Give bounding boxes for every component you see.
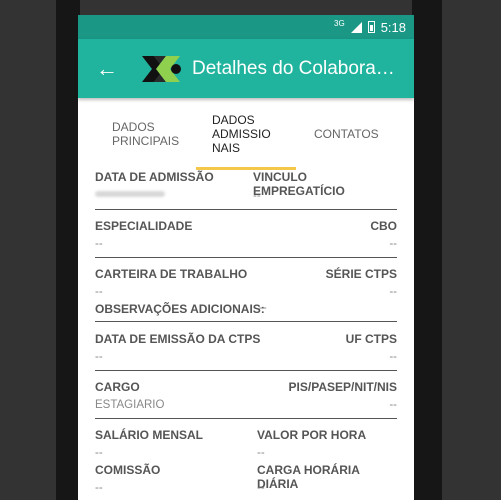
- field-value-carga-horaria: --: [257, 482, 265, 494]
- redacted-value: [95, 191, 165, 197]
- tab-bar: DADOS PRINCIPAIS DADOS ADMISSIO NAIS CON…: [78, 98, 414, 170]
- field-value-observacoes: --: [259, 302, 267, 314]
- device-edge-left: [56, 0, 80, 500]
- field-value-vinculo: --: [253, 190, 261, 202]
- field-label-especialidade: ESPECIALIDADE: [95, 219, 193, 233]
- field-value-data-emissao: --: [95, 351, 103, 363]
- field-label-comissao: COMISSÃO: [95, 463, 161, 477]
- field-label-cargo: CARGO: [95, 380, 140, 394]
- field-label-vinculo: VINCULO EMPREGATÍCIO: [253, 170, 345, 198]
- field-label-uf-ctps: UF CTPS: [345, 332, 397, 346]
- field-label-pis: PIS/PASEP/NIT/NIS: [288, 380, 397, 394]
- field-value-uf-ctps: --: [389, 351, 397, 363]
- field-label-data-emissao: DATA DE EMISSÃO DA CTPS: [95, 332, 261, 346]
- tab-label-line: DADOS: [212, 113, 255, 127]
- tab-label-line: ADMISSIO: [212, 127, 271, 141]
- status-bar: 3G 5:18: [78, 15, 414, 39]
- row-salario: SALÁRIO MENSAL -- VALOR POR HORA --: [95, 419, 397, 459]
- details-content: DATA DE ADMISSÃO VINCULO EMPREGATÍCIO --…: [78, 170, 414, 494]
- field-value-especialidade: --: [95, 238, 103, 250]
- tab-contatos[interactable]: CONTATOS: [296, 127, 379, 141]
- tab-label-line: PRINCIPAIS: [112, 134, 180, 148]
- battery-icon: [367, 21, 375, 33]
- field-label-carga-horaria: CARGA HORÁRIA DIÁRIA: [257, 463, 360, 491]
- tab-label-line: NAIS: [212, 141, 241, 155]
- field-value-cbo: --: [389, 238, 397, 250]
- app-bar: ← Detalhes do Colabora…: [78, 39, 414, 98]
- field-label-data-admissao: DATA DE ADMISSÃO: [95, 170, 214, 184]
- field-label-valor-hora: VALOR POR HORA: [257, 428, 367, 442]
- status-time: 5:18: [380, 19, 406, 35]
- page-title: Detalhes do Colabora…: [192, 57, 395, 79]
- tab-label-line: CONTATOS: [314, 127, 379, 141]
- network-type: 3G: [334, 18, 345, 28]
- field-value-cargo: ESTAGIARIO: [95, 399, 165, 411]
- back-arrow-icon[interactable]: ←: [96, 56, 126, 82]
- row-especialidade: ESPECIALIDADE -- CBO --: [95, 210, 397, 258]
- tab-dados-principais[interactable]: DADOS PRINCIPAIS: [96, 120, 196, 148]
- field-label-salario: SALÁRIO MENSAL: [95, 428, 203, 442]
- row-cargo: CARGO ESTAGIARIO PIS/PASEP/NIT/NIS --: [95, 371, 397, 419]
- tab-label-line: DADOS: [112, 120, 155, 134]
- phone-screen: 3G 5:18 ← Detalhes do Colabora… DADOS PR…: [78, 15, 414, 500]
- tab-dados-admissionais[interactable]: DADOS ADMISSIO NAIS: [196, 98, 296, 170]
- field-label-serie-ctps: SÉRIE CTPS: [325, 267, 397, 281]
- row-comissao: COMISSÃO -- CARGA HORÁRIA DIÁRIA --: [95, 454, 397, 494]
- field-value-serie-ctps: --: [389, 286, 397, 298]
- field-label-carteira: CARTEIRA DE TRABALHO: [95, 267, 248, 281]
- row-emissao-ctps: DATA DE EMISSÃO DA CTPS -- UF CTPS --: [95, 322, 397, 371]
- signal-icon: [350, 21, 362, 33]
- row-admissao: DATA DE ADMISSÃO VINCULO EMPREGATÍCIO --: [95, 170, 397, 210]
- field-label-observacoes: OBSERVAÇÕES ADICIONAIS:: [95, 302, 265, 316]
- field-label-cbo: CBO: [370, 219, 397, 233]
- field-value-comissao: --: [95, 482, 103, 494]
- row-carteira: CARTEIRA DE TRABALHO -- SÉRIE CTPS -- OB…: [95, 258, 397, 322]
- device-edge-right: [412, 0, 442, 500]
- field-value-pis: --: [389, 399, 397, 411]
- field-value-carteira: --: [95, 286, 103, 298]
- app-logo-icon: [140, 54, 186, 84]
